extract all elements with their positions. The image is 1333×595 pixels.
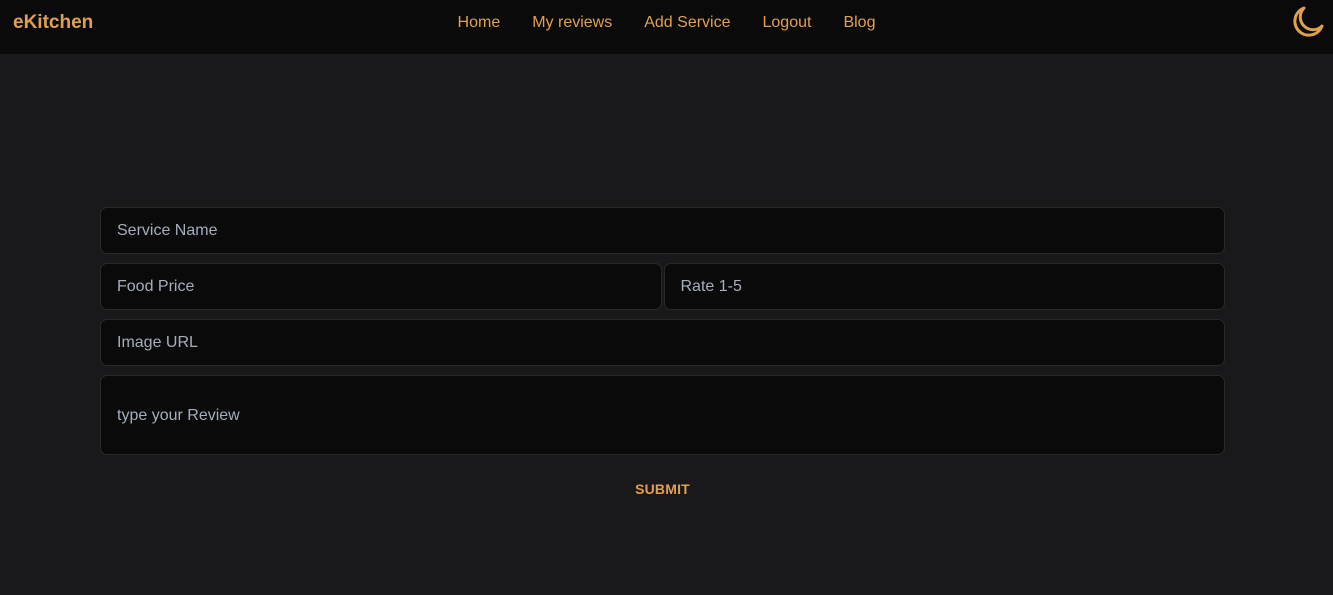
nav-links: Home My reviews Add Service Logout Blog xyxy=(0,13,1333,33)
submit-button[interactable]: SUBMIT xyxy=(635,481,690,497)
nav-home[interactable]: Home xyxy=(442,13,517,33)
nav-logout[interactable]: Logout xyxy=(747,13,828,33)
navbar: eKitchen Home My reviews Add Service Log… xyxy=(0,0,1333,54)
add-service-form: SUBMIT xyxy=(100,207,1225,499)
rate-input[interactable] xyxy=(663,263,1225,310)
theme-toggle-button[interactable] xyxy=(1290,4,1326,40)
price-rate-row xyxy=(100,263,1225,310)
image-url-input[interactable] xyxy=(100,319,1225,366)
food-price-input[interactable] xyxy=(100,263,662,310)
nav-my-reviews[interactable]: My reviews xyxy=(516,13,628,33)
review-textarea[interactable] xyxy=(100,375,1225,455)
moon-icon xyxy=(1293,6,1324,37)
nav-blog[interactable]: Blog xyxy=(827,13,891,33)
nav-add-service[interactable]: Add Service xyxy=(628,13,746,33)
service-name-input[interactable] xyxy=(100,207,1225,254)
submit-wrap: SUBMIT xyxy=(100,481,1225,499)
